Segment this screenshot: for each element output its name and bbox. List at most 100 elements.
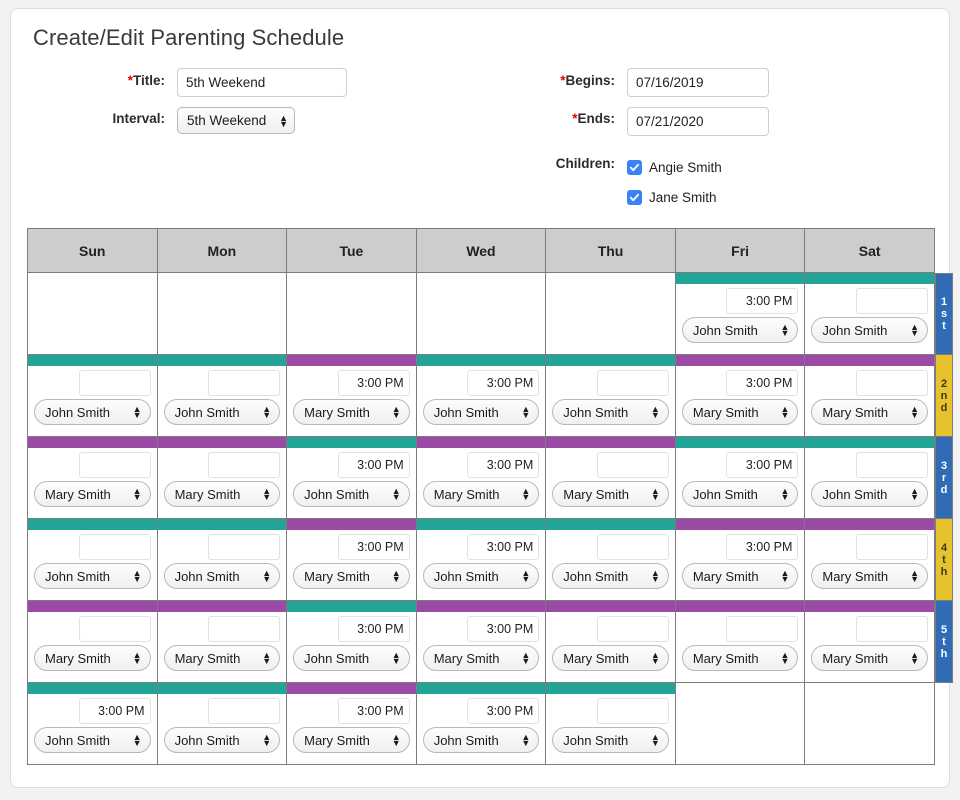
parent-select[interactable]: John Smith▲▼ bbox=[423, 399, 540, 425]
calendar-cell-w2-tue: Mary Smith▲▼ bbox=[287, 355, 417, 437]
parent-select[interactable]: Mary Smith▲▼ bbox=[811, 563, 928, 589]
parent-select[interactable]: Mary Smith▲▼ bbox=[552, 645, 669, 671]
exchange-time-input[interactable] bbox=[856, 288, 928, 314]
parent-select[interactable]: Mary Smith▲▼ bbox=[293, 399, 410, 425]
parent-select[interactable]: John Smith▲▼ bbox=[552, 563, 669, 589]
parent-select[interactable]: Mary Smith▲▼ bbox=[164, 645, 281, 671]
exchange-time-input[interactable] bbox=[338, 534, 410, 560]
calendar-cell-w5-tue: John Smith▲▼ bbox=[287, 601, 417, 683]
exchange-time-input[interactable] bbox=[467, 698, 539, 724]
calendar-cell-w3-wed: Mary Smith▲▼ bbox=[416, 437, 546, 519]
week-marker-5th: 5th bbox=[935, 601, 953, 683]
exchange-time-input[interactable] bbox=[726, 616, 798, 642]
exchange-time-input[interactable] bbox=[208, 534, 280, 560]
week-marker-char: 2 bbox=[941, 378, 947, 390]
time-row bbox=[28, 448, 157, 478]
parent-select[interactable]: John Smith▲▼ bbox=[164, 563, 281, 589]
exchange-time-input[interactable] bbox=[79, 616, 151, 642]
parent-select[interactable]: John Smith▲▼ bbox=[682, 481, 799, 507]
parent-select[interactable]: Mary Smith▲▼ bbox=[682, 399, 799, 425]
exchange-time-input[interactable] bbox=[79, 452, 151, 478]
calendar-cell-w2-mon: John Smith▲▼ bbox=[157, 355, 287, 437]
parent-select[interactable]: John Smith▲▼ bbox=[34, 563, 151, 589]
parent-select[interactable]: John Smith▲▼ bbox=[293, 645, 410, 671]
parent-select[interactable]: John Smith▲▼ bbox=[293, 481, 410, 507]
exchange-time-input[interactable] bbox=[597, 616, 669, 642]
parent-select[interactable]: Mary Smith▲▼ bbox=[293, 563, 410, 589]
exchange-time-input[interactable] bbox=[856, 370, 928, 396]
parent-select[interactable]: Mary Smith▲▼ bbox=[423, 645, 540, 671]
parent-select[interactable]: Mary Smith▲▼ bbox=[293, 727, 410, 753]
parent-select[interactable]: Mary Smith▲▼ bbox=[811, 645, 928, 671]
child-row-1[interactable]: Jane Smith bbox=[627, 180, 927, 210]
exchange-time-input[interactable] bbox=[726, 288, 798, 314]
parent-select[interactable]: John Smith▲▼ bbox=[423, 727, 540, 753]
exchange-time-input[interactable] bbox=[726, 534, 798, 560]
time-row bbox=[287, 366, 416, 396]
parent-select[interactable]: John Smith▲▼ bbox=[164, 727, 281, 753]
parent-color-bar-purple bbox=[546, 437, 675, 448]
exchange-time-input[interactable] bbox=[856, 452, 928, 478]
calendar-cell-w2-thu: John Smith▲▼ bbox=[546, 355, 676, 437]
exchange-time-input[interactable] bbox=[597, 452, 669, 478]
parent-select[interactable]: John Smith▲▼ bbox=[164, 399, 281, 425]
exchange-time-input[interactable] bbox=[208, 452, 280, 478]
parent-color-bar-purple bbox=[676, 601, 805, 612]
parent-color-bar-teal bbox=[28, 519, 157, 530]
exchange-time-input[interactable] bbox=[208, 698, 280, 724]
exchange-time-input[interactable] bbox=[597, 534, 669, 560]
exchange-time-input[interactable] bbox=[467, 452, 539, 478]
parent-select[interactable]: John Smith▲▼ bbox=[34, 399, 151, 425]
exchange-time-input[interactable] bbox=[338, 452, 410, 478]
parent-select[interactable]: John Smith▲▼ bbox=[552, 399, 669, 425]
exchange-time-input[interactable] bbox=[338, 370, 410, 396]
child-row-0[interactable]: Angie Smith bbox=[627, 150, 927, 180]
calendar-cell-w3-mon: Mary Smith▲▼ bbox=[157, 437, 287, 519]
exchange-time-input[interactable] bbox=[79, 534, 151, 560]
exchange-time-input[interactable] bbox=[208, 370, 280, 396]
exchange-time-input[interactable] bbox=[726, 370, 798, 396]
parent-select[interactable]: Mary Smith▲▼ bbox=[423, 481, 540, 507]
exchange-time-input[interactable] bbox=[597, 698, 669, 724]
parent-color-bar-purple bbox=[805, 601, 934, 612]
parent-select[interactable]: John Smith▲▼ bbox=[811, 317, 928, 343]
exchange-time-input[interactable] bbox=[79, 698, 151, 724]
exchange-time-input[interactable] bbox=[856, 616, 928, 642]
interval-select[interactable]: 5th Weekend ▲▼ bbox=[177, 107, 295, 134]
begins-date-input[interactable] bbox=[627, 68, 769, 97]
parent-select[interactable]: John Smith▲▼ bbox=[34, 727, 151, 753]
exchange-time-input[interactable] bbox=[856, 534, 928, 560]
exchange-time-input[interactable] bbox=[597, 370, 669, 396]
exchange-time-input[interactable] bbox=[338, 616, 410, 642]
parent-select-value: Mary Smith bbox=[563, 487, 629, 502]
title-input[interactable] bbox=[177, 68, 347, 97]
parent-select[interactable]: Mary Smith▲▼ bbox=[552, 481, 669, 507]
exchange-time-input[interactable] bbox=[467, 616, 539, 642]
parent-select[interactable]: Mary Smith▲▼ bbox=[682, 645, 799, 671]
parent-select[interactable]: Mary Smith▲▼ bbox=[34, 645, 151, 671]
parent-select[interactable]: Mary Smith▲▼ bbox=[164, 481, 281, 507]
parent-select[interactable]: John Smith▲▼ bbox=[423, 563, 540, 589]
checkbox-checked-icon-1[interactable] bbox=[627, 190, 642, 205]
exchange-time-input[interactable] bbox=[467, 534, 539, 560]
exchange-time-input[interactable] bbox=[208, 616, 280, 642]
exchange-time-input[interactable] bbox=[467, 370, 539, 396]
exchange-time-input[interactable] bbox=[338, 698, 410, 724]
checkbox-checked-icon-0[interactable] bbox=[627, 160, 642, 175]
week-marker-char: 5 bbox=[941, 624, 947, 636]
exchange-time-input[interactable] bbox=[79, 370, 151, 396]
chevron-updown-icon: ▲▼ bbox=[780, 570, 789, 582]
ends-date-input[interactable] bbox=[627, 107, 769, 136]
parent-select[interactable]: Mary Smith▲▼ bbox=[682, 563, 799, 589]
parent-select[interactable]: Mary Smith▲▼ bbox=[811, 399, 928, 425]
interval-select-value: 5th Weekend bbox=[187, 113, 266, 128]
chevron-updown-icon: ▲▼ bbox=[651, 652, 660, 664]
calendar-cell-inner: John Smith▲▼ bbox=[28, 355, 157, 436]
exchange-time-input[interactable] bbox=[726, 452, 798, 478]
parent-select[interactable]: John Smith▲▼ bbox=[811, 481, 928, 507]
parent-select[interactable]: John Smith▲▼ bbox=[682, 317, 799, 343]
time-row bbox=[546, 366, 675, 396]
parent-select[interactable]: John Smith▲▼ bbox=[552, 727, 669, 753]
parent-select[interactable]: Mary Smith▲▼ bbox=[34, 481, 151, 507]
time-row bbox=[676, 284, 805, 314]
